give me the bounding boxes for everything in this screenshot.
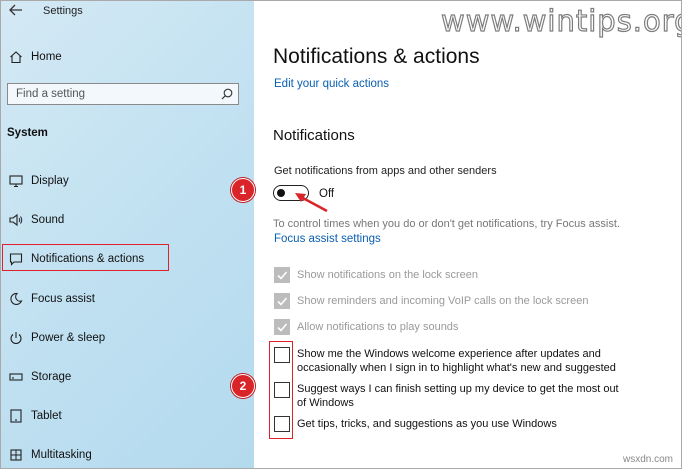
option-label: Show notifications on the lock screen xyxy=(297,269,478,281)
edit-quick-actions-link[interactable]: Edit your quick actions xyxy=(274,78,389,90)
checkmark-icon xyxy=(277,323,288,332)
search-input[interactable]: Find a setting xyxy=(7,83,239,105)
settings-window: Settings Home Find a setting System Disp… xyxy=(0,0,682,469)
sidebar-item-home[interactable]: Home xyxy=(1,44,254,70)
checkboxes-highlight-box xyxy=(269,341,293,439)
checkmark-icon xyxy=(277,271,288,280)
sidebar-item-label: Multitasking xyxy=(31,449,92,461)
sidebar-item-label: Power & sleep xyxy=(31,332,106,344)
callout-arrow-icon xyxy=(295,193,328,213)
window-title: Settings xyxy=(43,5,83,17)
option-label: Allow notifications to play sounds xyxy=(297,321,459,333)
home-icon xyxy=(1,50,31,64)
search-placeholder: Find a setting xyxy=(16,88,86,100)
sidebar-item-label: Storage xyxy=(31,371,72,383)
sidebar-item-display[interactable]: Display xyxy=(1,168,254,194)
option-label: Show reminders and incoming VoIP calls o… xyxy=(297,295,589,307)
toggle-label: Get notifications from apps and other se… xyxy=(274,165,497,177)
checkmark-icon xyxy=(277,297,288,306)
option-label: Get tips, tricks, and suggestions as you… xyxy=(297,418,557,430)
sidebar-item-label: Tablet xyxy=(31,410,62,422)
watermark: www.wintips.org xyxy=(440,3,682,38)
sidebar-item-sound[interactable]: Sound xyxy=(1,207,254,233)
tablet-icon xyxy=(1,409,31,423)
notifications-heading: Notifications xyxy=(273,127,355,144)
option-label: Suggest ways I can finish setting up my … xyxy=(297,383,619,409)
page-title: Notifications & actions xyxy=(273,45,480,68)
lock-screen-checkbox[interactable] xyxy=(274,267,290,283)
sidebar-item-label: Display xyxy=(31,175,69,187)
moon-icon xyxy=(1,292,31,306)
focus-assist-hint: To control times when you do or don't ge… xyxy=(273,218,620,230)
multitasking-icon xyxy=(1,448,31,462)
sidebar-item-power-sleep[interactable]: Power & sleep xyxy=(1,325,254,351)
sidebar-section-title: System xyxy=(7,127,48,139)
callout-badge-1: 1 xyxy=(231,178,255,202)
sidebar: Settings Home Find a setting System Disp… xyxy=(1,1,254,468)
power-icon xyxy=(1,331,31,345)
voip-lock-screen-checkbox[interactable] xyxy=(274,293,290,309)
play-sounds-checkbox[interactable] xyxy=(274,319,290,335)
monitor-icon xyxy=(1,174,31,188)
search-icon[interactable] xyxy=(221,88,233,100)
sidebar-item-label: Sound xyxy=(31,214,65,226)
storage-icon xyxy=(1,370,31,384)
sidebar-item-label: Focus assist xyxy=(31,293,95,305)
focus-assist-settings-link[interactable]: Focus assist settings xyxy=(274,233,381,245)
back-arrow-icon[interactable] xyxy=(9,4,23,16)
sidebar-item-multitasking[interactable]: Multitasking xyxy=(1,442,254,468)
sidebar-item-focus-assist[interactable]: Focus assist xyxy=(1,286,254,312)
speaker-icon xyxy=(1,213,31,227)
callout-badge-2: 2 xyxy=(231,374,255,398)
sidebar-item-storage[interactable]: Storage xyxy=(1,364,254,390)
footer-watermark: wsxdn.com xyxy=(622,454,673,465)
toggle-knob xyxy=(277,188,285,197)
option-label: Show me the Windows welcome experience a… xyxy=(297,348,616,374)
sidebar-item-label: Home xyxy=(31,51,62,63)
sidebar-item-tablet[interactable]: Tablet xyxy=(1,403,254,429)
notifications-highlight-box xyxy=(2,244,169,271)
